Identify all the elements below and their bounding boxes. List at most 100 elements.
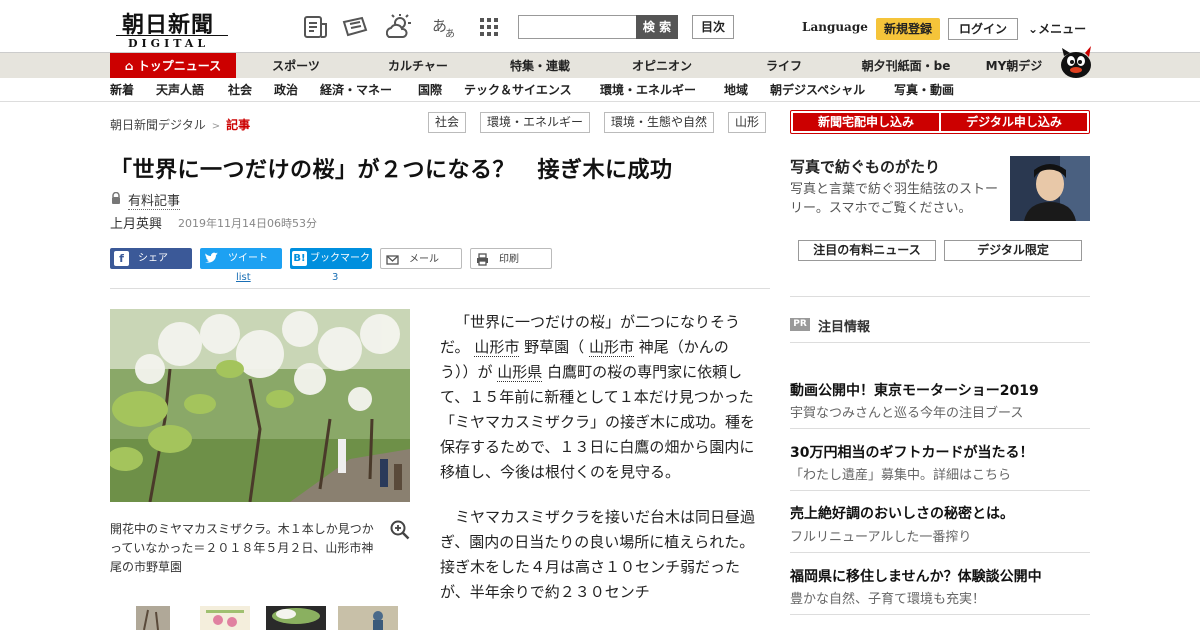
breadcrumb-current: 記事 — [226, 118, 251, 132]
nav-tech-science[interactable]: テック＆サイエンス — [464, 78, 572, 102]
print-label: 印刷 — [499, 254, 519, 265]
divider — [790, 614, 1090, 615]
tag-environment-energy[interactable]: 環境・エネルギー — [480, 112, 591, 133]
bookmark-count[interactable]: 3 — [332, 272, 338, 283]
newspaper-icon[interactable] — [302, 14, 328, 40]
search-button[interactable]: 検 索 — [636, 15, 678, 39]
feature-portrait[interactable] — [1010, 156, 1090, 221]
menu-button[interactable]: ⌄メニュー — [1028, 20, 1086, 37]
divider — [110, 288, 770, 289]
article-paragraph: 「世界に一つだけの桜」が二つになりそうだ。 山形市 野草園（ 山形市 神尾（かん… — [440, 310, 758, 485]
mail-label: メール — [409, 254, 439, 265]
logo-divider — [116, 35, 228, 36]
nav-print-edition[interactable]: 朝夕刊紙面・be — [850, 53, 962, 79]
home-icon: ⌂ — [124, 59, 134, 73]
site-header: 朝日新聞 DIGITAL あ あ 検 索 目次 Language 新規登録 ログ… — [0, 0, 1200, 52]
promo-subtitle[interactable]: 「わたし遺産」募集中。詳細はこちら — [790, 464, 1011, 483]
subscribe-digital-button[interactable]: デジタル申し込み — [941, 113, 1087, 131]
hatena-bookmark-button[interactable]: B! ブックマーク — [290, 248, 372, 269]
grid-menu-icon[interactable] — [476, 14, 502, 40]
font-size-icon[interactable]: あ あ — [430, 14, 456, 40]
tweet-count-link[interactable]: list — [236, 272, 251, 283]
zoom-icon[interactable] — [390, 520, 410, 540]
promo-title[interactable]: 売上絶好調のおいしさの秘密とは。 — [790, 503, 1014, 523]
promo-subtitle[interactable]: フルリニューアルした一番搾り — [790, 526, 971, 545]
subscribe-box: 新聞宅配申し込み デジタル申し込み — [790, 110, 1090, 134]
nav-politics[interactable]: 政治 — [274, 78, 298, 102]
photo-thumbnail[interactable] — [266, 606, 326, 630]
digital-only-button[interactable]: デジタル限定 — [944, 240, 1082, 261]
tag-society[interactable]: 社会 — [428, 112, 467, 133]
tweet-label: ツイート — [228, 253, 268, 264]
nav-international[interactable]: 国際 — [418, 78, 442, 102]
svg-text:あ: あ — [445, 28, 455, 40]
twitter-tweet-button[interactable]: ツイート — [200, 248, 282, 269]
nav-top-news[interactable]: ⌂ トップニュース — [110, 53, 236, 79]
secondary-nav: 新着 天声人語 社会 政治 経済・マネー 国際 テック＆サイエンス 環境・エネル… — [0, 78, 1200, 102]
tag-yamagata[interactable]: 山形 — [728, 112, 767, 133]
keyword-link-yamagata-pref[interactable]: 山形県 — [497, 363, 543, 382]
promo-title[interactable]: 30万円相当のギフトカードが当たる！ — [790, 442, 1033, 462]
login-button[interactable]: ログイン — [948, 18, 1018, 40]
lock-icon — [112, 192, 120, 204]
photo-thumbnail[interactable] — [136, 606, 170, 630]
nav-features[interactable]: 特集・連載 — [484, 53, 596, 79]
divider — [790, 428, 1090, 429]
pr-heading: 注目情報 — [818, 320, 871, 335]
printer-icon — [477, 253, 488, 266]
contents-button[interactable]: 目次 — [692, 15, 734, 39]
weather-icon[interactable] — [386, 14, 412, 40]
keyword-link-yamagata-city[interactable]: 山形市 — [474, 338, 520, 357]
divider — [790, 342, 1090, 343]
article-photo[interactable] — [110, 309, 410, 502]
facebook-share-button[interactable]: f シェア — [110, 248, 192, 269]
photo-thumbnail[interactable] — [338, 606, 398, 630]
nav-special[interactable]: 朝デジスペシャル — [770, 78, 865, 102]
keyword-link-yamagata-city[interactable]: 山形市 — [588, 338, 634, 357]
pr-badge: PR — [790, 318, 810, 331]
nav-culture[interactable]: カルチャー — [362, 53, 474, 79]
twitter-bird-icon — [205, 252, 218, 263]
nav-environment[interactable]: 環境・エネルギー — [600, 78, 696, 102]
photo-thumbnail[interactable] — [200, 606, 250, 630]
breadcrumb: 朝日新聞デジタル > 記事 — [110, 116, 250, 133]
tag-ecology[interactable]: 環境・生態や自然 — [604, 112, 715, 133]
breadcrumb-home[interactable]: 朝日新聞デジタル — [110, 118, 206, 132]
breadcrumb-separator: > — [211, 121, 221, 132]
bookmark-label: ブックマーク — [310, 253, 370, 264]
nav-my-asadigi[interactable]: MY朝デジ — [972, 53, 1056, 79]
share-label: シェア — [138, 253, 168, 264]
article-date: 2019年11月14日06時53分 — [178, 217, 317, 230]
primary-nav: ⌂ トップニュース スポーツ カルチャー 特集・連載 オピニオン ライフ 朝夕刊… — [0, 52, 1200, 79]
paid-article-label[interactable]: 有料記事 — [128, 190, 181, 210]
nav-opinion[interactable]: オピニオン — [606, 53, 718, 79]
article-title: 「世界に一つだけの桜」が２つになる？ 接ぎ木に成功 — [110, 158, 673, 183]
divider — [790, 296, 1090, 297]
promo-subtitle[interactable]: 豊かな自然、子育て環境も充実！ — [790, 588, 985, 607]
mail-button[interactable]: メール — [380, 248, 462, 269]
nav-economy[interactable]: 経済・マネー — [320, 78, 392, 102]
language-link[interactable]: Language — [802, 20, 868, 34]
feature-title[interactable]: 写真で紡ぐものがたり — [790, 156, 940, 177]
feature-description: 写真と言葉で紡ぐ羽生結弦のストーリー。スマホでご覧ください。 — [790, 182, 999, 216]
promo-title[interactable]: 福岡県に移住しませんか？体験談公開中 — [790, 566, 1042, 586]
nav-region[interactable]: 地域 — [724, 78, 748, 102]
print-button[interactable]: 印刷 — [470, 248, 552, 269]
nav-photo-video[interactable]: 写真・動画 — [894, 78, 954, 102]
nav-tensei-jingo[interactable]: 天声人語 — [156, 78, 204, 102]
nav-society[interactable]: 社会 — [228, 78, 252, 102]
nav-latest[interactable]: 新着 — [110, 78, 134, 102]
paid-news-button[interactable]: 注目の有料ニュース — [798, 240, 936, 261]
chevron-down-icon: ⌄ — [1028, 22, 1039, 36]
promo-subtitle[interactable]: 宇賀なつみさんと巡る今年の注目ブース — [790, 402, 1023, 421]
nav-label: トップニュース — [137, 59, 222, 73]
register-button[interactable]: 新規登録 — [876, 18, 940, 40]
nav-life[interactable]: ライフ — [728, 53, 840, 79]
search-input[interactable] — [518, 15, 638, 39]
subscribe-paper-button[interactable]: 新聞宅配申し込み — [793, 113, 939, 131]
mail-icon — [386, 255, 399, 265]
nav-sports[interactable]: スポーツ — [240, 53, 352, 79]
promo-title[interactable]: 動画公開中！東京モーターショー2019 — [790, 380, 1039, 400]
site-logo[interactable]: 朝日新聞 DIGITAL — [110, 7, 230, 50]
ticket-icon[interactable] — [342, 14, 368, 40]
